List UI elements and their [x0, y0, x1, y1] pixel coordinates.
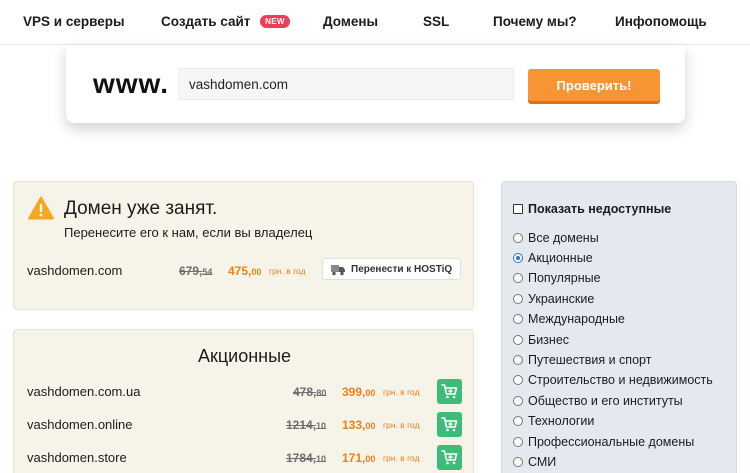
filter-label: Международные: [528, 312, 625, 326]
radio-button[interactable]: [513, 233, 523, 243]
new-price-int: 475,: [228, 264, 252, 278]
old-price-int: 1784,: [286, 451, 317, 465]
add-to-cart-button[interactable]: [437, 445, 462, 470]
old-price-frac: 10: [316, 421, 327, 431]
nav-item-ssl[interactable]: SSL: [423, 14, 449, 29]
new-price-frac: 00: [251, 267, 262, 277]
check-domain-button[interactable]: Проверить!: [528, 69, 660, 101]
show-unavailable-label: Показать недоступные: [528, 202, 672, 216]
radio-button[interactable]: [513, 375, 523, 385]
filter-label: Все домены: [528, 231, 599, 245]
nav-item-label: VPS и серверы: [23, 14, 125, 29]
radio-button[interactable]: [513, 314, 523, 324]
new-price-frac: 00: [365, 421, 376, 431]
radio-button-selected[interactable]: [513, 253, 523, 263]
new-price-frac: 00: [365, 388, 376, 398]
old-price-int: 1214,: [286, 418, 317, 432]
radio-button[interactable]: [513, 437, 523, 447]
cart-icon: [441, 384, 458, 399]
new-price-frac: 00: [365, 454, 376, 464]
domain-taken-subtitle: Перенесите его к нам, если вы владелец: [64, 225, 313, 240]
old-price: 478,80: [293, 385, 326, 399]
filter-label: СМИ: [528, 455, 557, 469]
promo-domains-card: Акционные vashdomen.com.ua 478,80 399,00…: [13, 329, 474, 473]
cart-icon: [441, 450, 458, 465]
radio-button[interactable]: [513, 355, 523, 365]
nav-item-vps[interactable]: VPS и серверы: [23, 14, 124, 29]
filter-label: Строительство и недвижимость: [528, 373, 713, 387]
new-price: 133,00: [342, 418, 375, 432]
radio-button[interactable]: [513, 273, 523, 283]
list-item: vashdomen.store 1784,10 171,00 грн. в го…: [14, 445, 475, 471]
warning-icon: [28, 196, 54, 220]
nav-item-label: Инфопомощь: [615, 14, 707, 29]
nav-item-domains[interactable]: Домены: [323, 14, 378, 29]
new-price-int: 171,: [342, 451, 366, 465]
nav-item-label: Домены: [323, 14, 379, 29]
promo-domain-name: vashdomen.online: [27, 417, 133, 432]
nav-item-why-us[interactable]: Почему мы?: [493, 14, 577, 29]
domain-filter-panel: Показать недоступные Все домены Акционны…: [501, 181, 737, 473]
transfer-button-label: Перенести к HOSTiQ: [351, 263, 453, 275]
old-price-int: 478,: [293, 385, 317, 399]
list-item: vashdomen.online 1214,10 133,00 грн. в г…: [14, 412, 475, 438]
promo-title: Акционные: [197, 346, 292, 366]
radio-button[interactable]: [513, 416, 523, 426]
per-year-label: грн. в год: [269, 266, 306, 276]
domain-search-input[interactable]: [178, 68, 514, 100]
filter-label: Путешествия и спорт: [528, 353, 652, 367]
old-price: 679,54: [179, 264, 212, 278]
top-navigation: VPS и серверы Создать сайт NEW Домены SS…: [0, 0, 750, 45]
nav-item-create-site[interactable]: Создать сайт NEW: [161, 14, 290, 29]
filter-label: Акционные: [528, 251, 593, 265]
per-year-label: грн. в год: [383, 387, 420, 397]
add-to-cart-button[interactable]: [437, 412, 462, 437]
promo-domain-name: vashdomen.com.ua: [27, 384, 141, 399]
old-price: 1214,10: [286, 418, 326, 432]
filter-label: Технологии: [528, 414, 595, 428]
promo-domain-name: vashdomen.store: [27, 450, 127, 465]
radio-button[interactable]: [513, 294, 523, 304]
transfer-domain-button[interactable]: Перенести к HOSTiQ: [322, 258, 461, 280]
transfer-icon: [331, 265, 345, 276]
www-prefix: www.: [93, 68, 170, 99]
radio-button[interactable]: [513, 457, 523, 467]
filter-label: Бизнес: [528, 333, 570, 347]
radio-button[interactable]: [513, 396, 523, 406]
per-year-label: грн. в год: [383, 453, 420, 463]
new-price: 475,00: [228, 264, 261, 278]
radio-button[interactable]: [513, 335, 523, 345]
old-price-frac: 10: [316, 454, 327, 464]
filter-label: Общество и его институты: [528, 394, 683, 408]
add-to-cart-button[interactable]: [437, 379, 462, 404]
filter-label: Популярные: [528, 271, 601, 285]
old-price-frac: 54: [202, 267, 213, 277]
old-price-int: 679,: [179, 264, 203, 278]
filter-label: Украинские: [528, 292, 595, 306]
domain-taken-card: Домен уже занят. Перенесите его к нам, е…: [13, 181, 474, 310]
new-price-int: 133,: [342, 418, 366, 432]
filter-label: Профессиональные домены: [528, 435, 695, 449]
nav-item-label: Создать сайт: [161, 14, 251, 29]
per-year-label: грн. в год: [383, 420, 420, 430]
nav-item-label: Почему мы?: [493, 14, 577, 29]
new-badge: NEW: [260, 15, 290, 28]
list-item: vashdomen.com.ua 478,80 399,00 грн. в го…: [14, 379, 475, 405]
nav-item-label: SSL: [423, 14, 450, 29]
new-price: 171,00: [342, 451, 375, 465]
taken-domain-name: vashdomen.com: [27, 263, 123, 278]
checkbox-box[interactable]: [513, 204, 523, 214]
nav-item-info-help[interactable]: Инфопомощь: [615, 14, 707, 29]
new-price: 399,00: [342, 385, 375, 399]
cart-icon: [441, 417, 458, 432]
old-price: 1784,10: [286, 451, 326, 465]
domain-taken-title: Домен уже занят.: [64, 198, 218, 219]
domain-search-card: www. Проверить!: [66, 45, 685, 123]
new-price-int: 399,: [342, 385, 366, 399]
old-price-frac: 80: [316, 388, 327, 398]
